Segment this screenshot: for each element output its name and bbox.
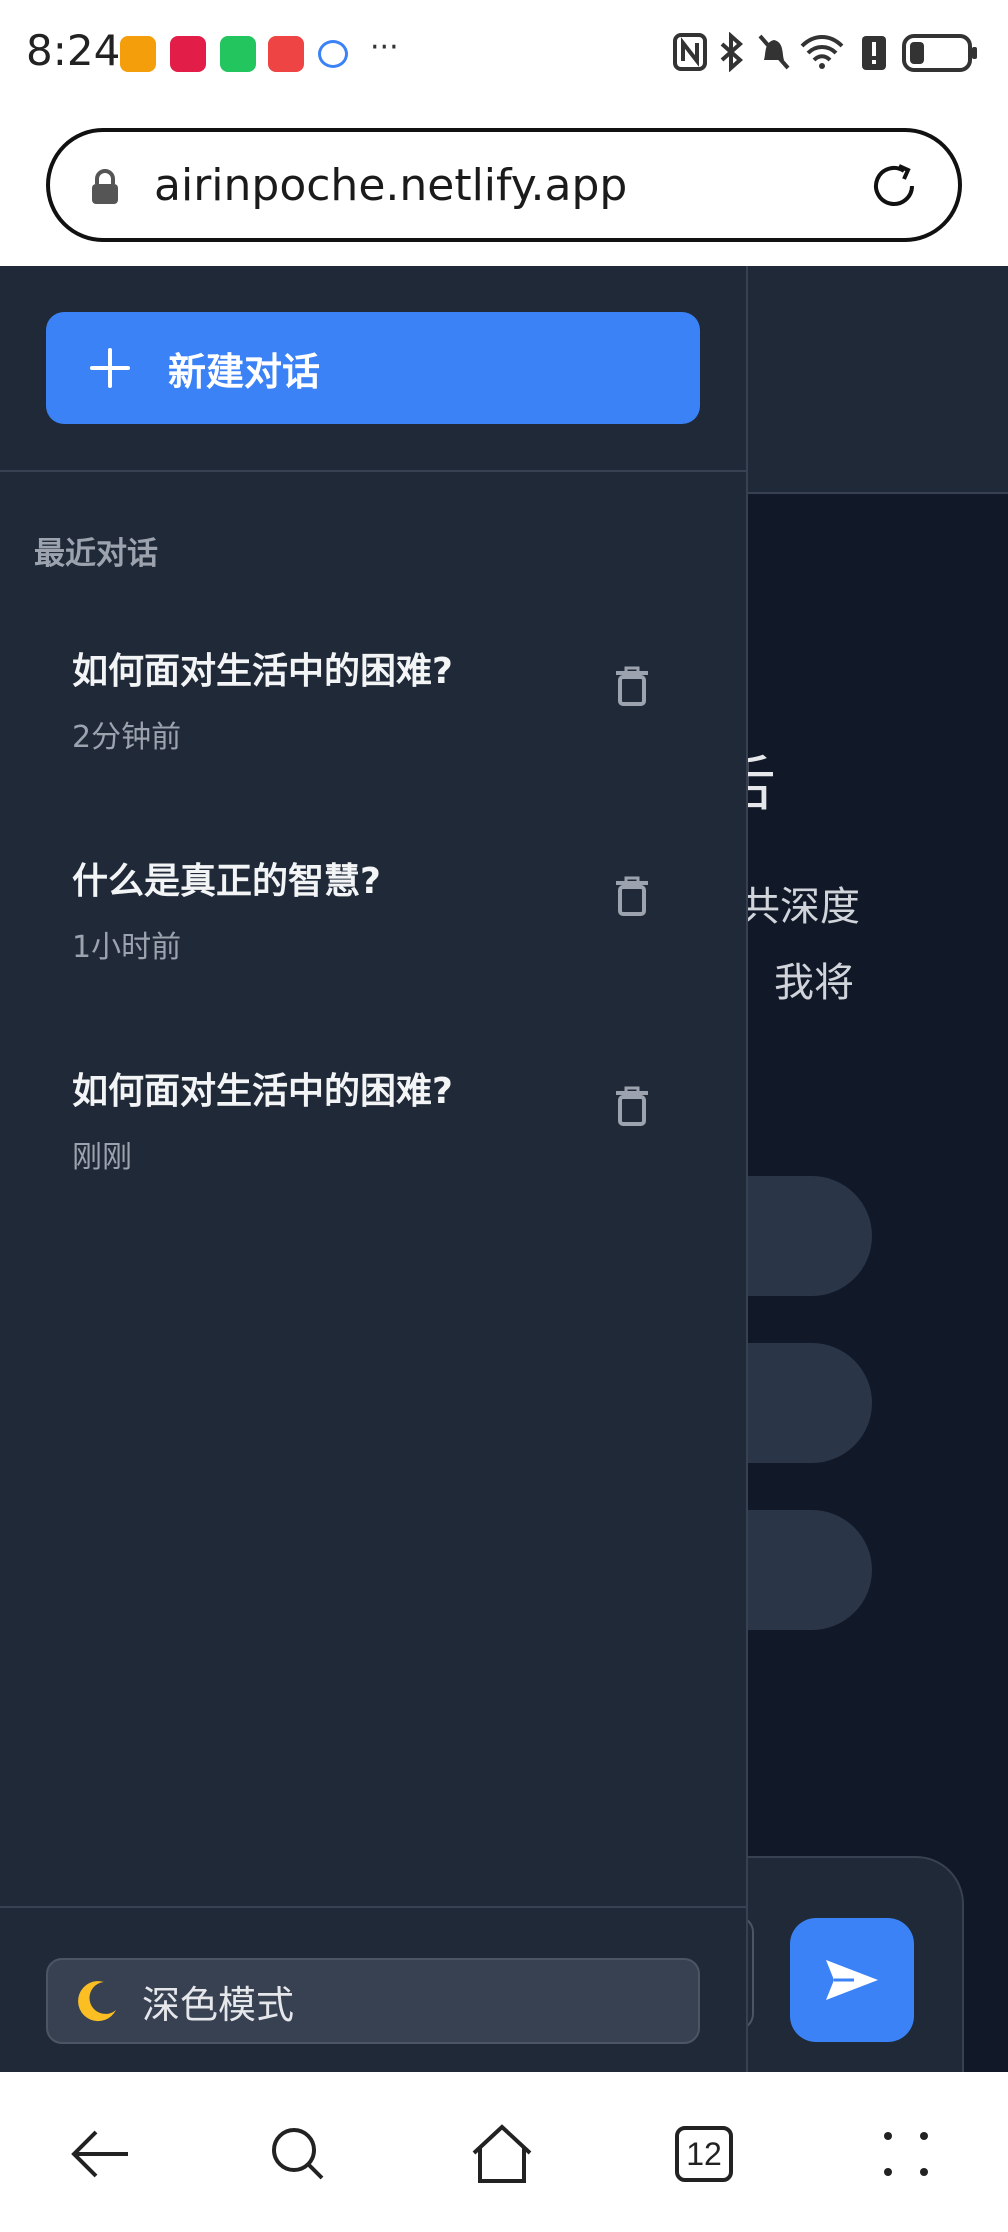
tabs-count: 12 <box>675 2126 733 2182</box>
recent-conversations-heading: 最近对话 <box>34 536 158 572</box>
send-button[interactable] <box>790 1918 914 2042</box>
battery-icon <box>902 34 977 72</box>
back-arrow-icon <box>71 2130 128 2178</box>
conversation-item[interactable]: 什么是真正的智慧? 1小时前 <box>46 816 700 996</box>
app-notification-icon <box>120 36 156 72</box>
dark-mode-toggle[interactable]: 深色模式 <box>46 1958 700 2044</box>
conversation-time: 1小时前 <box>72 930 182 965</box>
web-page: 舌 共深度 我将 新建对话 最近对话 如何面对生活中的困难? 2分钟前 什么是真… <box>0 266 1008 2072</box>
chat-bubble-icon <box>318 40 348 68</box>
conversation-title: 如何面对生活中的困难? <box>72 651 453 692</box>
home-button[interactable] <box>462 2118 542 2190</box>
wechat-icon <box>220 36 256 72</box>
url-text[interactable]: airinpoche.netlify.app <box>154 160 627 211</box>
welcome-text: 共深度 <box>740 884 860 930</box>
trash-icon[interactable] <box>614 876 650 916</box>
wifi-icon <box>800 35 844 69</box>
battery-alert-icon <box>862 36 886 70</box>
status-time: 8:24 <box>26 26 121 75</box>
conversation-item[interactable]: 如何面对生活中的困难? 2分钟前 <box>46 606 700 786</box>
search-button[interactable] <box>258 2118 338 2190</box>
menu-button[interactable] <box>866 2118 946 2190</box>
plus-icon <box>90 348 130 388</box>
send-icon <box>826 1960 878 2000</box>
status-bar: 8:24 ··· <box>0 0 1008 110</box>
conversation-time: 2分钟前 <box>72 720 182 755</box>
conversation-title: 什么是真正的智慧? <box>72 861 381 902</box>
mute-icon <box>758 34 790 70</box>
tabs-button[interactable]: 12 <box>664 2118 744 2190</box>
divider <box>0 470 748 472</box>
sidebar: 新建对话 最近对话 如何面对生活中的困难? 2分钟前 什么是真正的智慧? 1小时… <box>0 266 748 2072</box>
trash-icon[interactable] <box>614 666 650 706</box>
conversation-title: 如何面对生活中的困难? <box>72 1071 453 1112</box>
home-icon <box>472 2124 532 2183</box>
back-button[interactable] <box>60 2118 140 2190</box>
more-notifications-icon: ··· <box>370 30 399 65</box>
address-bar[interactable]: airinpoche.netlify.app <box>46 128 962 242</box>
trash-icon[interactable] <box>614 1086 650 1126</box>
reload-icon[interactable] <box>866 158 922 214</box>
menu-dots-icon <box>884 2132 928 2176</box>
nfc-icon <box>673 33 707 71</box>
taobao-icon <box>268 36 304 72</box>
bluetooth-icon <box>720 32 744 72</box>
new-chat-label: 新建对话 <box>168 349 321 394</box>
divider <box>0 1906 748 1908</box>
dark-mode-label: 深色模式 <box>142 1982 295 2027</box>
conversation-item[interactable]: 如何面对生活中的困难? 刚刚 <box>46 1026 700 1206</box>
welcome-text: 我将 <box>774 960 854 1006</box>
conversation-time: 刚刚 <box>72 1140 132 1175</box>
browser-bottom-nav: 12 <box>0 2072 1008 2232</box>
app-notification-icon <box>170 36 206 72</box>
new-chat-button[interactable]: 新建对话 <box>46 312 700 424</box>
moon-icon <box>78 1981 116 2022</box>
search-icon <box>272 2128 324 2180</box>
lock-icon <box>92 169 118 204</box>
